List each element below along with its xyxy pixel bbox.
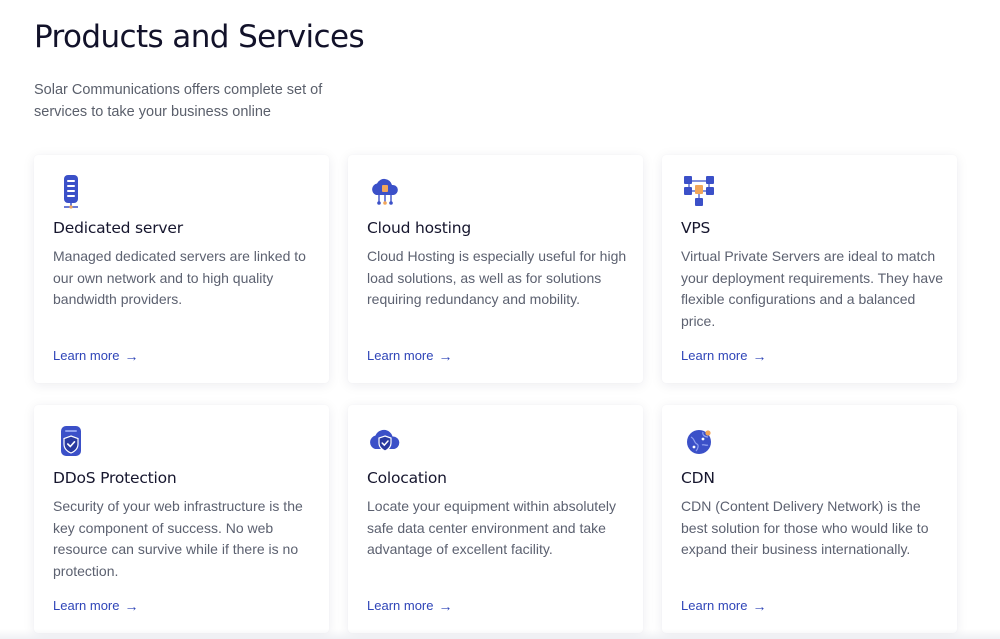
page-header: Products and Services Solar Communicatio… (34, 18, 634, 123)
learn-more-link[interactable]: Learn more → (681, 598, 766, 613)
service-card-vps: VPS Virtual Private Servers are ideal to… (662, 155, 957, 383)
card-description: Locate your equipment within absolutely … (367, 498, 617, 557)
card-description: Managed dedicated servers are linked to … (53, 248, 306, 307)
arrow-right-icon: → (438, 347, 453, 364)
cloud-shield-icon (367, 423, 403, 459)
card-description: Virtual Private Servers are ideal to mat… (681, 248, 943, 329)
arrow-right-icon: → (438, 597, 453, 614)
cloud-hosting-icon (367, 173, 403, 209)
card-description: CDN (Content Delivery Network) is the be… (681, 498, 929, 557)
card-title: Dedicated server (53, 219, 183, 237)
bottom-fade (0, 629, 1000, 639)
learn-more-link[interactable]: Learn more → (367, 348, 452, 363)
server-icon (53, 173, 89, 209)
learn-more-link[interactable]: Learn more → (367, 598, 452, 613)
learn-more-link[interactable]: Learn more → (53, 348, 138, 363)
globe-icon (681, 423, 717, 459)
arrow-right-icon: → (124, 597, 139, 614)
learn-more-label: Learn more (367, 598, 434, 613)
service-card-cdn: CDN CDN (Content Delivery Network) is th… (662, 405, 957, 633)
service-card-ddos-protection: DDoS Protection Security of your web inf… (34, 405, 329, 633)
service-card-cloud-hosting: Cloud hosting Cloud Hosting is especiall… (348, 155, 643, 383)
learn-more-label: Learn more (367, 348, 434, 363)
page-title: Products and Services (34, 19, 365, 55)
arrow-right-icon: → (752, 347, 767, 364)
services-grid: Dedicated server Managed dedicated serve… (34, 155, 957, 633)
network-nodes-icon (681, 173, 717, 209)
shield-server-icon (53, 423, 89, 459)
learn-more-label: Learn more (53, 598, 120, 613)
card-title: CDN (681, 469, 715, 487)
service-card-dedicated-server: Dedicated server Managed dedicated serve… (34, 155, 329, 383)
card-title: DDoS Protection (53, 469, 177, 487)
card-title: Cloud hosting (367, 219, 472, 237)
learn-more-link[interactable]: Learn more → (681, 348, 766, 363)
card-description: Cloud Hosting is especially useful for h… (367, 248, 627, 307)
card-title: Colocation (367, 469, 447, 487)
page-subtitle: Solar Communications offers complete set… (34, 82, 323, 120)
card-title: VPS (681, 219, 711, 237)
service-card-colocation: Colocation Locate your equipment within … (348, 405, 643, 633)
arrow-right-icon: → (124, 347, 139, 364)
card-description: Security of your web infrastructure is t… (53, 498, 303, 579)
learn-more-label: Learn more (53, 348, 120, 363)
learn-more-label: Learn more (681, 598, 748, 613)
arrow-right-icon: → (752, 597, 767, 614)
learn-more-label: Learn more (681, 348, 748, 363)
learn-more-link[interactable]: Learn more → (53, 598, 138, 613)
